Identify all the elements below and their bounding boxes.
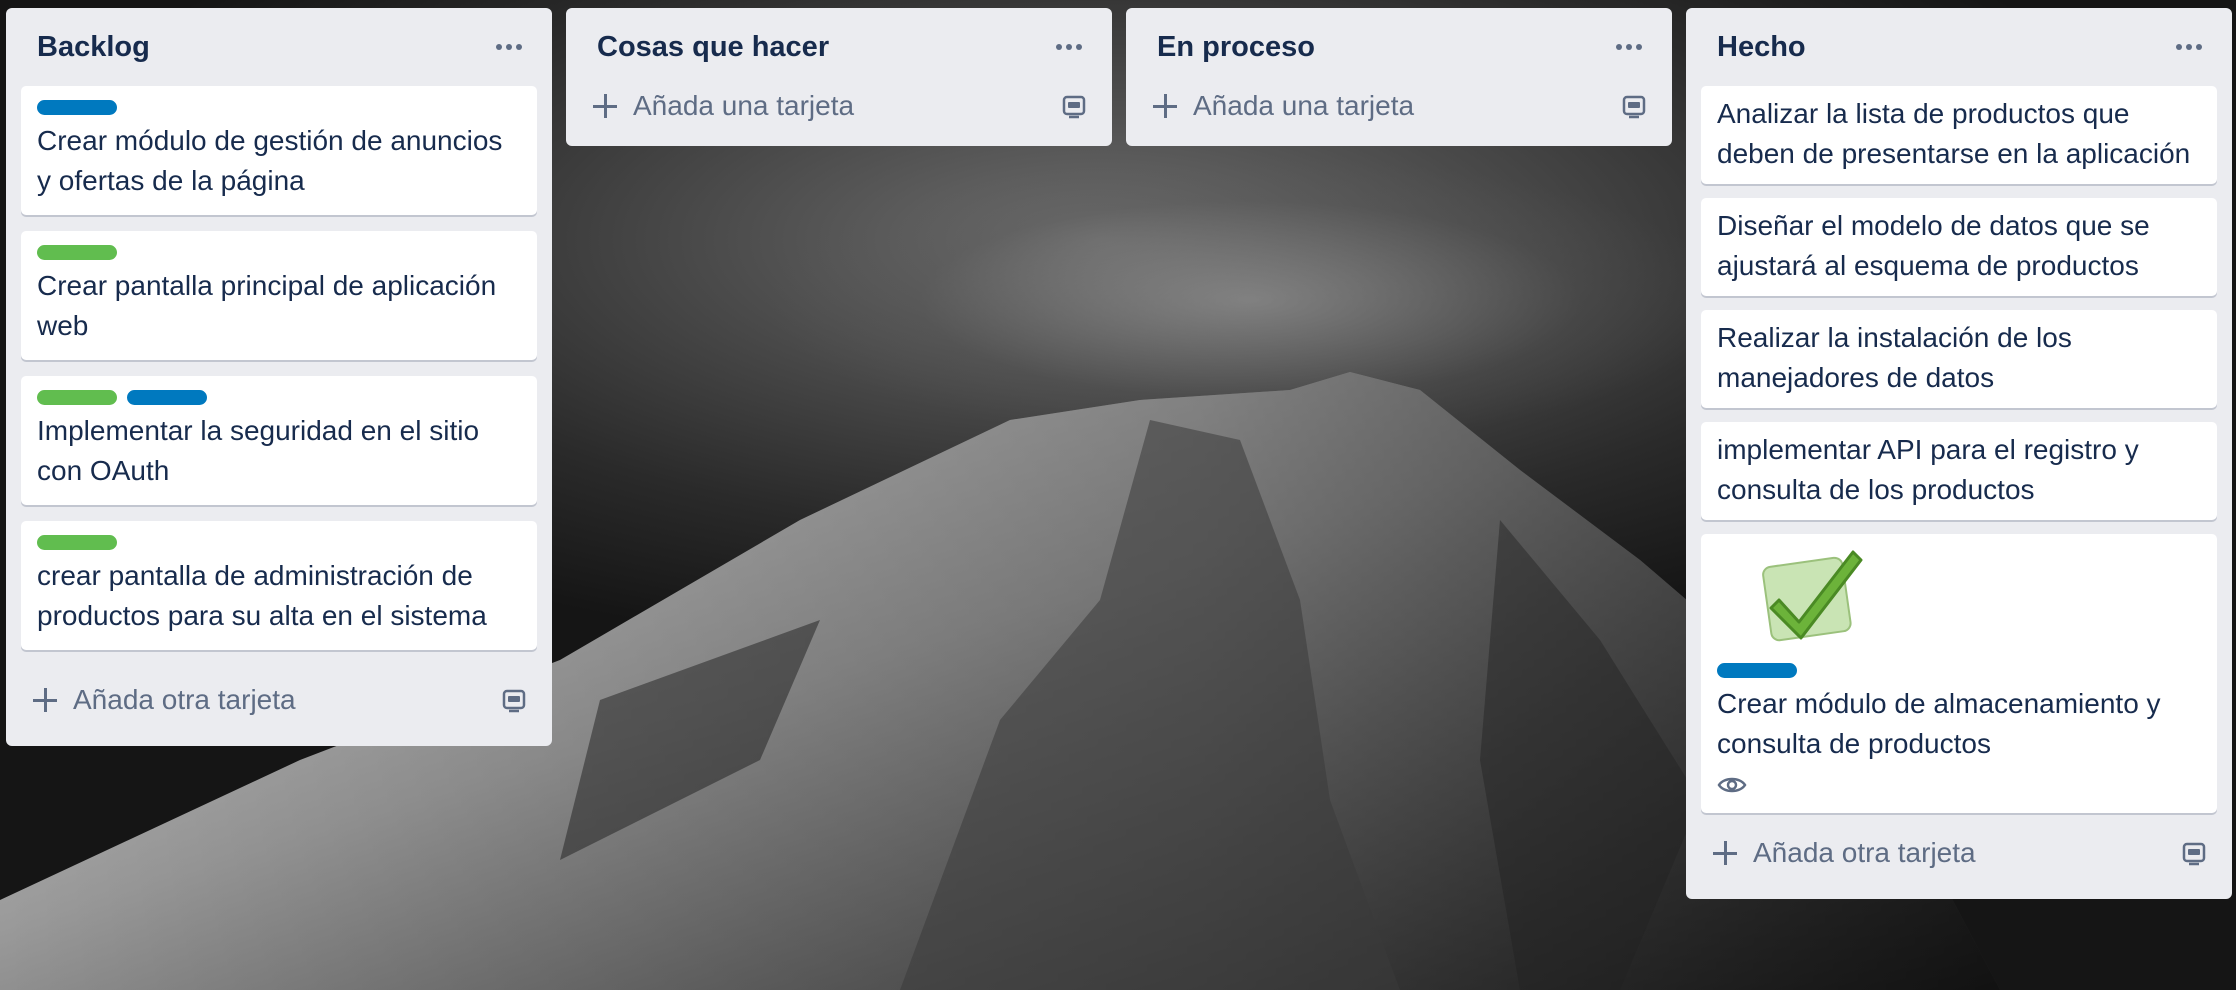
green-checkmark-icon (1757, 540, 2201, 657)
card-labels (37, 245, 521, 260)
card[interactable]: Crear pantalla principal de aplicación w… (21, 231, 537, 360)
add-card-label: Añada otra tarjeta (1753, 837, 1976, 868)
plus-icon (1711, 839, 1739, 867)
add-card-button[interactable]: Añada otra tarjeta (21, 666, 537, 734)
card[interactable]: Analizar la lista de productos que deben… (1701, 86, 2217, 184)
card[interactable]: Realizar la instalación de los manejador… (1701, 310, 2217, 408)
card[interactable]: Diseñar el modelo de datos que se ajusta… (1701, 198, 2217, 296)
card-title: Crear módulo de almacenamiento y consult… (1717, 688, 2161, 759)
list-title[interactable]: Hecho (1717, 31, 1806, 64)
card-title: Diseñar el modelo de datos que se ajusta… (1717, 210, 2150, 281)
list-title[interactable]: Cosas que hacer (597, 31, 829, 64)
card-title: Crear módulo de gestión de anuncios y of… (37, 125, 503, 196)
card[interactable]: Crear módulo de gestión de anuncios y of… (21, 86, 537, 215)
card[interactable]: Crear módulo de almacenamiento y consult… (1701, 534, 2217, 813)
add-card-button[interactable]: Añada una tarjeta (581, 78, 1097, 134)
card-title: Realizar la instalación de los manejador… (1717, 322, 2072, 393)
card-template-icon[interactable] (2181, 840, 2207, 866)
list-header: Cosas que hacer (581, 8, 1097, 86)
card-template-icon[interactable] (1061, 93, 1087, 119)
list-title[interactable]: En proceso (1157, 31, 1315, 64)
list-header: En proceso (1141, 8, 1657, 86)
list-hecho: Hecho Analizar la lista de productos que… (1686, 8, 2232, 899)
ellipsis-icon[interactable] (1047, 25, 1091, 69)
card-title: implementar API para el registro y consu… (1717, 434, 2139, 505)
card-title: Implementar la seguridad en el sitio con… (37, 415, 480, 486)
label-blue[interactable] (37, 100, 117, 115)
card-labels (37, 100, 521, 115)
card-template-icon[interactable] (501, 687, 527, 713)
ellipsis-icon[interactable] (1607, 25, 1651, 69)
add-card-left: Añada una tarjeta (1151, 90, 1414, 122)
plus-icon (31, 686, 59, 714)
label-green[interactable] (37, 245, 117, 260)
label-blue[interactable] (127, 390, 207, 405)
card[interactable]: implementar API para el registro y consu… (1701, 422, 2217, 520)
add-card-left: Añada una tarjeta (591, 90, 854, 122)
card-labels (37, 535, 521, 550)
ellipsis-icon[interactable] (2167, 25, 2211, 69)
card-title: Analizar la lista de productos que deben… (1717, 98, 2191, 169)
label-blue[interactable] (1717, 663, 1797, 678)
add-card-left: Añada otra tarjeta (1711, 837, 1976, 869)
card[interactable]: Implementar la seguridad en el sitio con… (21, 376, 537, 505)
list-en-proceso: En proceso Añada una tarjeta (1126, 8, 1672, 146)
board: Backlog Crear módulo de gestión de anunc… (0, 0, 2236, 990)
list-header: Hecho (1701, 8, 2217, 86)
card-badges (1717, 774, 2201, 801)
list-cosas-que-hacer: Cosas que hacer Añada una tarjeta (566, 8, 1112, 146)
label-green[interactable] (37, 390, 117, 405)
eye-icon (1717, 777, 1747, 800)
add-card-button[interactable]: Añada otra tarjeta (1701, 819, 2217, 887)
label-green[interactable] (37, 535, 117, 550)
card-template-icon[interactable] (1621, 93, 1647, 119)
card[interactable]: crear pantalla de administración de prod… (21, 521, 537, 650)
card-labels (1717, 663, 2201, 678)
add-card-left: Añada otra tarjeta (31, 684, 296, 716)
add-card-label: Añada una tarjeta (633, 90, 855, 121)
card-labels (37, 390, 521, 405)
add-card-button[interactable]: Añada una tarjeta (1141, 78, 1657, 134)
add-card-label: Añada una tarjeta (1193, 90, 1415, 121)
card-title: crear pantalla de administración de prod… (37, 560, 487, 631)
list-header: Backlog (21, 8, 537, 86)
plus-icon (1151, 92, 1179, 120)
plus-icon (591, 92, 619, 120)
ellipsis-icon[interactable] (487, 25, 531, 69)
add-card-label: Añada otra tarjeta (73, 684, 296, 715)
list-title[interactable]: Backlog (37, 31, 150, 64)
card-title: Crear pantalla principal de aplicación w… (37, 270, 497, 341)
list-backlog: Backlog Crear módulo de gestión de anunc… (6, 8, 552, 746)
